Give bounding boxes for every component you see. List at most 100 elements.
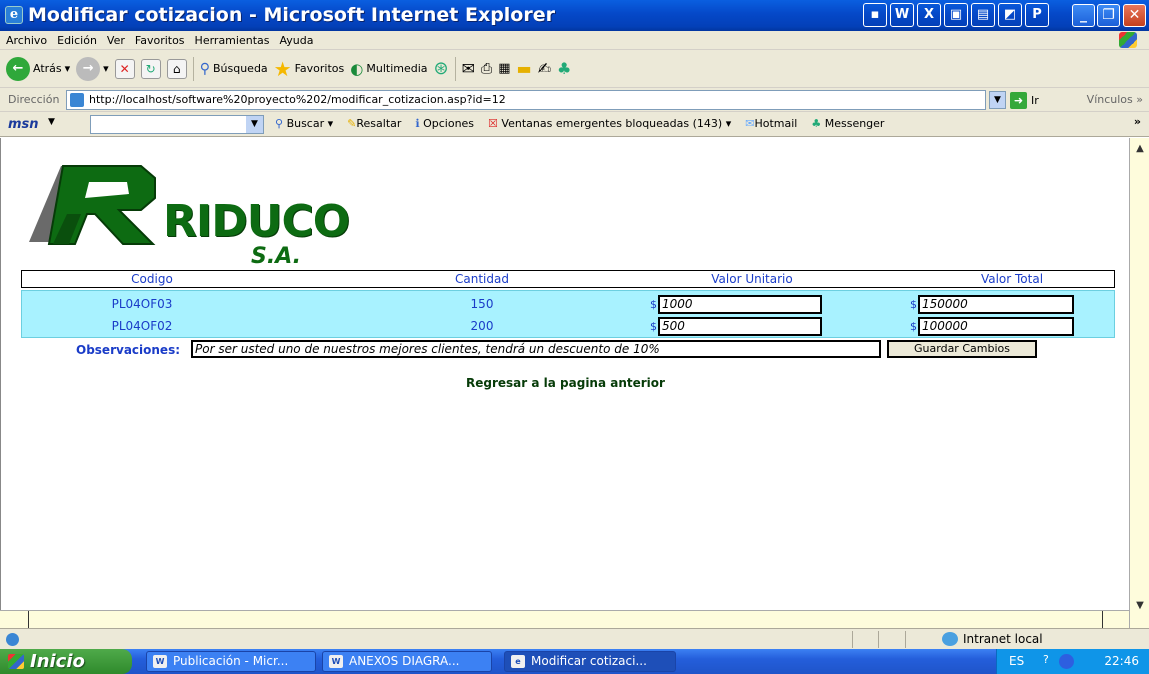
folder-icon[interactable]: ▬ xyxy=(517,59,532,78)
menu-herramientas[interactable]: Herramientas xyxy=(195,34,270,47)
currency-symbol: $ xyxy=(650,320,657,333)
edit-icon[interactable]: ▦ xyxy=(498,61,510,76)
powerpoint-icon[interactable]: ▤ xyxy=(971,3,995,27)
print-icon[interactable]: ⎙ xyxy=(481,61,492,77)
close-button[interactable]: ✕ xyxy=(1123,4,1146,27)
publisher-icon[interactable]: P xyxy=(1025,3,1049,27)
menu-favoritos[interactable]: Favoritos xyxy=(135,34,185,47)
search-button[interactable]: ⚲ Búsqueda xyxy=(200,61,268,77)
excel-icon[interactable]: X xyxy=(917,3,941,27)
ie-icon: e xyxy=(5,6,23,24)
unit-price-input[interactable]: 500 xyxy=(658,317,822,336)
media-label: Multimedia xyxy=(366,62,428,75)
favorites-button[interactable]: ★ Favoritos xyxy=(274,57,345,81)
forward-arrow-icon: → xyxy=(76,56,101,81)
msn-logo[interactable]: msn xyxy=(8,117,39,132)
header-valor-total: Valor Total xyxy=(980,272,1044,286)
vertical-scrollbar[interactable]: ▲ ▼ xyxy=(1129,138,1149,628)
total-price-input[interactable]: 100000 xyxy=(918,317,1074,336)
save-changes-button[interactable]: Guardar Cambios xyxy=(887,340,1037,358)
address-bar: Dirección http://localhost/software%20pr… xyxy=(0,88,1149,112)
table-row: PL04OF02 200 $ 500 $ 100000 xyxy=(22,315,1114,337)
maximize-button[interactable]: ❐ xyxy=(1097,4,1120,27)
task-modificar-cotizacion[interactable]: e Modificar cotizaci... xyxy=(504,651,676,672)
unit-price-input[interactable]: 1000 xyxy=(658,295,822,314)
links-button[interactable]: Vínculos » xyxy=(1087,93,1143,106)
chevron-down-icon[interactable]: ▾ xyxy=(65,62,71,75)
total-price-input[interactable]: 150000 xyxy=(918,295,1074,314)
menu-archivo[interactable]: Archivo xyxy=(6,34,47,47)
status-divider xyxy=(878,631,879,648)
chevron-down-icon[interactable]: ▾ xyxy=(103,62,109,75)
history-icon[interactable]: ⊛ xyxy=(434,58,449,79)
scroll-down-icon[interactable]: ▼ xyxy=(1132,597,1148,614)
chevron-down-icon[interactable]: ▼ xyxy=(48,117,55,127)
start-button[interactable]: Inicio xyxy=(0,649,132,674)
word-icon: W xyxy=(153,655,167,668)
home-icon[interactable]: ⌂ xyxy=(166,58,187,79)
options-icon: ℹ xyxy=(415,117,420,130)
star-icon: ★ xyxy=(273,56,292,81)
currency-symbol: $ xyxy=(910,298,917,311)
header-codigo: Codigo xyxy=(131,272,173,286)
go-arrow-icon: ➜ xyxy=(1010,92,1027,109)
msn-search-dropdown[interactable]: ▼ xyxy=(246,116,263,133)
word-icon: W xyxy=(329,655,343,668)
search-label: Búsqueda xyxy=(212,62,268,75)
menu-ayuda[interactable]: Ayuda xyxy=(279,34,313,47)
msn-search-button[interactable]: ⚲ Buscar ▾ xyxy=(275,117,333,130)
media-button[interactable]: ◐ Multimedia xyxy=(350,60,427,78)
mail-icon[interactable]: ✉ xyxy=(462,59,475,78)
more-chevron-icon[interactable]: » xyxy=(1134,115,1141,128)
search-icon: ⚲ xyxy=(199,60,210,77)
row-code: PL04OF03 xyxy=(111,297,173,311)
messenger-icon[interactable]: ♣ xyxy=(557,59,571,78)
ie-icon: e xyxy=(511,655,525,668)
popup-blocker-button[interactable]: ☒ Ventanas emergentes bloqueadas (143) ▾ xyxy=(488,117,731,130)
task-label: Modificar cotizaci... xyxy=(531,654,647,668)
options-button[interactable]: ℹ Opciones xyxy=(415,117,474,130)
forward-button[interactable]: → ▾ xyxy=(76,56,109,81)
menu-edicion[interactable]: Edición xyxy=(57,34,97,47)
task-publicacion[interactable]: W Publicación - Micr... xyxy=(146,651,316,672)
highlight-button[interactable]: ✎Resaltar xyxy=(347,117,401,130)
back-link[interactable]: Regresar a la pagina anterior xyxy=(1,376,1129,390)
header-valor-unitario: Valor Unitario xyxy=(711,272,793,286)
menu-ver[interactable]: Ver xyxy=(107,34,125,47)
clock: 22:46 xyxy=(1104,654,1139,668)
stop-icon[interactable]: ✕ xyxy=(114,58,135,79)
back-button[interactable]: ← Atrás ▾ xyxy=(6,56,71,81)
word-icon[interactable]: W xyxy=(890,3,914,27)
language-indicator[interactable]: ES xyxy=(1009,654,1024,668)
acrobat-icon[interactable]: ◩ xyxy=(998,3,1022,27)
media-icon: ◐ xyxy=(350,59,364,78)
messenger-icon: ♣ xyxy=(811,117,822,130)
separator xyxy=(192,56,194,81)
horizontal-scrollbar[interactable] xyxy=(0,610,1129,629)
title-bar: e Modificar cotizacion - Microsoft Inter… xyxy=(0,0,1149,31)
app-icon[interactable]: ▪ xyxy=(863,3,887,27)
minimize-button[interactable]: _ xyxy=(1072,4,1095,27)
row-qty: 200 xyxy=(470,319,494,333)
task-anexos[interactable]: W ANEXOS DIAGRA... xyxy=(322,651,492,672)
menu-bar: Archivo Edición Ver Favoritos Herramient… xyxy=(0,31,1149,50)
tray-help-icon[interactable]: ? xyxy=(1043,653,1053,669)
tray-network-icon[interactable] xyxy=(1059,654,1074,669)
go-button[interactable]: ➜ Ir xyxy=(1010,92,1039,109)
messenger-button[interactable]: ♣ Messenger xyxy=(811,117,884,130)
taskbar: Inicio W Publicación - Micr... W ANEXOS … xyxy=(0,649,1149,674)
scroll-up-icon[interactable]: ▲ xyxy=(1132,140,1148,157)
hotmail-button[interactable]: ✉Hotmail xyxy=(745,117,797,130)
address-dropdown[interactable]: ▼ xyxy=(989,91,1006,109)
status-divider xyxy=(905,631,906,648)
msn-search-input[interactable]: ▼ xyxy=(90,115,264,134)
observations-input[interactable]: Por ser usted uno de nuestros mejores cl… xyxy=(191,340,881,358)
intranet-icon xyxy=(942,632,958,646)
zone-label: Intranet local xyxy=(963,632,1043,646)
address-input[interactable]: http://localhost/software%20proyecto%202… xyxy=(66,90,986,110)
access-icon[interactable]: ▣ xyxy=(944,3,968,27)
msn-search-label: Buscar xyxy=(286,117,325,130)
popup-label: Ventanas emergentes bloqueadas (143) xyxy=(501,117,723,130)
refresh-icon[interactable]: ↻ xyxy=(140,58,161,79)
research-icon[interactable]: ✍ xyxy=(538,59,551,78)
